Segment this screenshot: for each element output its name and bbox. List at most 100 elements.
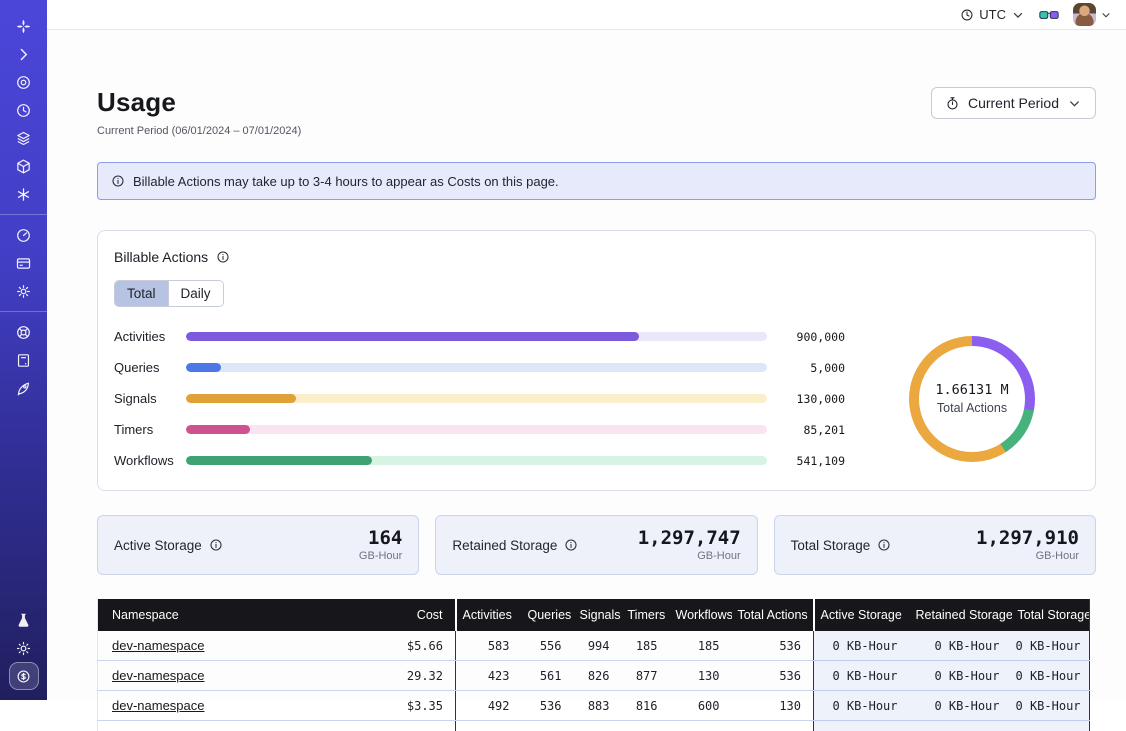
signals-cell: 883 — [574, 691, 622, 721]
active-storage-cell: 0 KB-Hour — [814, 631, 910, 661]
flask-icon[interactable] — [9, 606, 39, 634]
sidebar — [0, 0, 47, 700]
cost-cell: 29.32 — [396, 661, 456, 691]
table-row: dev-namespace 29.32 423 561 826 877 130 … — [98, 661, 1090, 691]
info-banner-text: Billable Actions may take up to 3-4 hour… — [133, 174, 559, 189]
bar-fill — [186, 394, 296, 403]
bar-label: Workflows — [114, 453, 186, 468]
retained-storage-unit: GB-Hour — [638, 550, 741, 562]
bar-track — [186, 456, 767, 465]
active-storage-cell: 0 KB-Hour — [814, 661, 910, 691]
stopwatch-icon — [945, 96, 960, 111]
col-total-storage: Total Storage — [1012, 599, 1090, 631]
queries-cell: 536 — [522, 691, 574, 721]
table-header-row: Namespace Cost Activities Queries Signal… — [98, 599, 1090, 631]
namespace-link[interactable]: dev-namespace — [112, 698, 205, 713]
signals-cell: 994 — [574, 631, 622, 661]
clock-arrow-icon[interactable] — [9, 96, 39, 124]
col-cost: Cost — [396, 599, 456, 631]
bar-label: Timers — [114, 422, 186, 437]
retained-storage-cell: 0 KB-Hour — [910, 661, 1012, 691]
sidebar-divider — [0, 214, 47, 215]
gear-icon[interactable] — [9, 277, 39, 305]
chevron-down-icon — [1100, 9, 1112, 21]
retained-storage-label: Retained Storage — [452, 538, 557, 553]
total-storage-card: Total Storage 1,297,910 GB-Hour — [774, 515, 1096, 575]
card-icon[interactable] — [9, 249, 39, 277]
workflows-cell: 130 — [670, 661, 732, 691]
retained-storage-cell: 0 KB-Hour — [910, 691, 1012, 721]
table-row: dev-namespace $3.35 492 536 883 816 600 … — [98, 691, 1090, 721]
tab-daily[interactable]: Daily — [168, 281, 223, 306]
signals-cell: 826 — [574, 661, 622, 691]
active-storage-unit: GB-Hour — [359, 550, 402, 562]
glasses-icon[interactable] — [1039, 8, 1059, 22]
period-selector-button[interactable]: Current Period — [931, 87, 1096, 119]
timezone-selector[interactable]: UTC — [960, 7, 1025, 22]
total-storage-cell: 0 KB-Hour — [1012, 691, 1090, 721]
active-storage-value: 164 — [359, 528, 402, 549]
total-storage-cell: 0 KB-Hour — [1012, 661, 1090, 691]
book-icon[interactable] — [9, 346, 39, 374]
dollar-circle-icon[interactable] — [9, 662, 39, 690]
activities-cell: 583 — [456, 631, 522, 661]
layers-icon[interactable] — [9, 124, 39, 152]
pinwheel-logo-icon[interactable] — [9, 12, 39, 40]
tab-total[interactable]: Total — [115, 281, 168, 306]
col-namespace: Namespace — [98, 599, 396, 631]
namespace-link[interactable]: dev-namespace — [112, 668, 205, 683]
chevron-right-icon[interactable] — [9, 40, 39, 68]
donut-label: Total Actions — [937, 401, 1007, 415]
total-storage-cell: 0 KB-Hour — [1012, 631, 1090, 661]
info-icon[interactable] — [209, 538, 223, 552]
bar-value: 900,000 — [783, 330, 845, 344]
bar-row-queries: Queries 5,000 — [114, 360, 845, 375]
donut-total-value: 1.66131 M — [935, 382, 1008, 398]
asterisk-icon[interactable] — [9, 180, 39, 208]
bar-label: Activities — [114, 329, 186, 344]
account-menu[interactable] — [1073, 3, 1112, 26]
bar-track — [186, 363, 767, 372]
namespace-usage-table: Namespace Cost Activities Queries Signal… — [97, 599, 1096, 731]
cost-cell: $3.35 — [396, 691, 456, 721]
total-actions-cell: 130 — [732, 691, 814, 721]
spiral-icon[interactable] — [9, 68, 39, 96]
billable-actions-title: Billable Actions — [114, 249, 208, 265]
bar-track — [186, 332, 767, 341]
timers-cell: 877 — [622, 661, 670, 691]
sun-icon[interactable] — [9, 634, 39, 662]
bar-row-signals: Signals 130,000 — [114, 391, 845, 406]
rocket-icon[interactable] — [9, 374, 39, 402]
active-storage-card: Active Storage 164 GB-Hour — [97, 515, 419, 575]
active-storage-label: Active Storage — [114, 538, 202, 553]
bar-fill — [186, 425, 250, 434]
info-icon[interactable] — [877, 538, 891, 552]
lifebuoy-icon[interactable] — [9, 318, 39, 346]
topbar: UTC — [47, 0, 1126, 30]
period-selector-label: Current Period — [968, 95, 1059, 111]
total-actions-cell: 536 — [732, 631, 814, 661]
namespace-link[interactable]: dev-namespace — [112, 638, 205, 653]
col-activities: Activities — [456, 599, 522, 631]
bar-track — [186, 425, 767, 434]
chevron-down-icon — [1067, 96, 1082, 111]
col-retained-storage: Retained Storage — [910, 599, 1012, 631]
clock-icon — [960, 8, 974, 22]
queries-cell: 556 — [522, 631, 574, 661]
page-subtitle: Current Period (06/01/2024 – 07/01/2024) — [97, 125, 301, 137]
info-icon[interactable] — [564, 538, 578, 552]
cube-icon[interactable] — [9, 152, 39, 180]
bar-value: 541,109 — [783, 454, 845, 468]
col-signals: Signals — [574, 599, 622, 631]
timers-cell: 185 — [622, 631, 670, 661]
info-icon[interactable] — [216, 250, 230, 264]
total-storage-unit: GB-Hour — [976, 550, 1079, 562]
workflows-cell: 600 — [670, 691, 732, 721]
gauge-icon[interactable] — [9, 221, 39, 249]
storage-summary: Active Storage 164 GB-Hour Retained Stor… — [97, 515, 1096, 575]
info-icon — [111, 174, 125, 188]
col-total-actions: Total Actions — [732, 599, 814, 631]
bar-row-activities: Activities 900,000 — [114, 329, 845, 344]
col-active-storage: Active Storage — [814, 599, 910, 631]
activities-cell: 492 — [456, 691, 522, 721]
